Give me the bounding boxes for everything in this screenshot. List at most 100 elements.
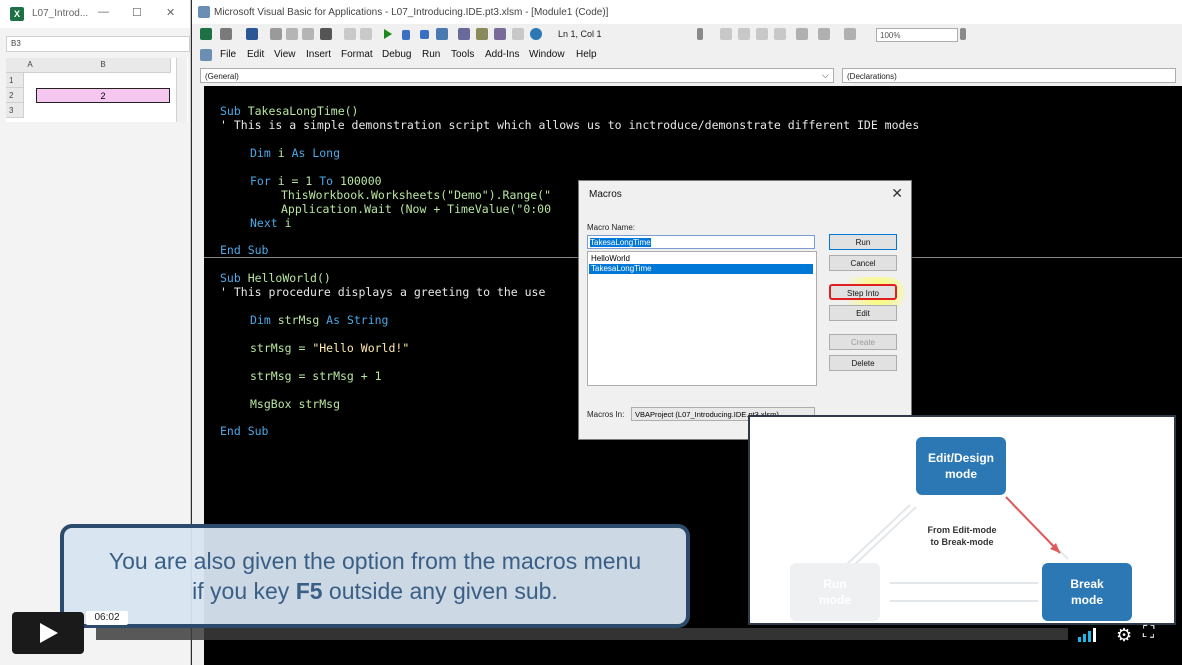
vba-menu-icon[interactable] bbox=[200, 49, 212, 61]
procedure-combo[interactable]: (Declarations) bbox=[842, 68, 1176, 83]
code-line: For i = 1 To 100000 bbox=[250, 174, 382, 188]
code-line: ThisWorkbook.Worksheets("Demo").Range(" bbox=[281, 188, 552, 202]
list-item[interactable]: HelloWorld bbox=[589, 254, 813, 264]
run-icon[interactable] bbox=[384, 29, 392, 39]
code-line: Application.Wait (Now + TimeValue("0:00 bbox=[281, 202, 552, 216]
menu-tools[interactable]: Tools bbox=[451, 49, 474, 60]
copy-icon[interactable] bbox=[286, 28, 298, 40]
progress-bar[interactable] bbox=[96, 628, 1068, 640]
object-combo[interactable]: (General) bbox=[200, 68, 834, 83]
list-item-selected[interactable]: TakesaLongTime bbox=[589, 264, 813, 274]
zoom-select[interactable]: 100% bbox=[876, 28, 958, 42]
maximize-button[interactable]: ☐ bbox=[132, 6, 142, 19]
parameter-info-icon[interactable] bbox=[774, 28, 786, 40]
vba-title: Microsoft Visual Basic for Applications … bbox=[214, 7, 609, 18]
excel-logo-icon: X bbox=[10, 7, 24, 21]
excel-titlebar: X L07_Introd... — ☐ ✕ bbox=[0, 0, 190, 28]
paste-icon[interactable] bbox=[302, 28, 314, 40]
list-properties-icon[interactable] bbox=[720, 28, 732, 40]
chevron-down-icon[interactable]: ⌵ bbox=[822, 70, 829, 81]
fullscreen-icon[interactable]: ⛶ bbox=[1143, 624, 1154, 642]
vertical-scrollbar[interactable] bbox=[176, 58, 187, 122]
object-browser-icon[interactable] bbox=[494, 28, 506, 40]
menu-edit[interactable]: Edit bbox=[247, 49, 264, 60]
code-line: Next i bbox=[250, 216, 292, 230]
size-icon[interactable] bbox=[844, 28, 856, 40]
caption-line-1: You are also given the option from the m… bbox=[108, 548, 642, 574]
cancel-button[interactable]: Cancel bbox=[829, 255, 897, 271]
timestamp: 06:02 bbox=[86, 611, 128, 625]
break-mode-box: Break mode bbox=[1042, 563, 1132, 621]
code-line: strMsg = "Hello World!" bbox=[250, 341, 410, 355]
create-button[interactable]: Create bbox=[829, 334, 897, 350]
dialog-close-button[interactable]: ✕ bbox=[891, 185, 903, 202]
toolbar-options-icon[interactable] bbox=[697, 28, 703, 40]
code-line: End Sub bbox=[220, 424, 269, 438]
center-icon[interactable] bbox=[818, 28, 830, 40]
row-header-1[interactable]: 1 bbox=[6, 73, 24, 88]
find-icon[interactable] bbox=[320, 28, 332, 40]
macro-name-label: Macro Name: bbox=[587, 223, 636, 232]
excel-title: L07_Introd... bbox=[32, 8, 89, 19]
undo-icon[interactable] bbox=[344, 28, 356, 40]
menu-file[interactable]: File bbox=[220, 49, 236, 60]
delete-button[interactable]: Delete bbox=[829, 355, 897, 371]
macro-list[interactable]: HelloWorld TakesaLongTime bbox=[587, 251, 817, 386]
toolbar-options-icon-2[interactable] bbox=[960, 28, 966, 40]
vba-app-icon bbox=[198, 6, 210, 18]
close-button[interactable]: ✕ bbox=[166, 6, 175, 19]
play-button[interactable] bbox=[12, 612, 84, 654]
list-constants-icon[interactable] bbox=[738, 28, 750, 40]
caption-line-2: if you key F5 outside any given sub. bbox=[192, 578, 558, 604]
vba-titlebar: Microsoft Visual Basic for Applications … bbox=[192, 0, 1182, 24]
macro-name-input[interactable]: TakesaLongTime bbox=[587, 235, 815, 249]
select-all-corner[interactable] bbox=[6, 58, 25, 73]
toolbox-icon[interactable] bbox=[512, 28, 524, 40]
column-header-b[interactable]: B bbox=[36, 58, 171, 73]
menu-add-ins[interactable]: Add-Ins bbox=[485, 49, 519, 60]
transition-label: From Edit-mode to Break-mode bbox=[927, 525, 997, 547]
menu-format[interactable]: Format bbox=[341, 49, 373, 60]
run-button[interactable]: Run bbox=[829, 234, 897, 250]
menu-debug[interactable]: Debug bbox=[382, 49, 411, 60]
name-box[interactable]: B3 bbox=[6, 36, 190, 52]
edit-button[interactable]: Edit bbox=[829, 305, 897, 321]
menu-window[interactable]: Window bbox=[529, 49, 565, 60]
break-icon[interactable] bbox=[402, 30, 410, 40]
menu-insert[interactable]: Insert bbox=[306, 49, 331, 60]
code-comment: ' This is a simple demonstration script … bbox=[220, 118, 920, 132]
row-header-2[interactable]: 2 bbox=[6, 88, 24, 103]
menu-run[interactable]: Run bbox=[422, 49, 440, 60]
cell-b2[interactable]: 2 bbox=[36, 88, 170, 103]
quick-info-icon[interactable] bbox=[756, 28, 768, 40]
menu-bar: File Edit View Insert Format Debug Run T… bbox=[192, 46, 1182, 66]
design-mode-icon[interactable] bbox=[436, 28, 448, 40]
code-line: MsgBox strMsg bbox=[250, 397, 341, 411]
insert-module-icon[interactable] bbox=[220, 28, 232, 40]
macros-dialog: Macros ✕ Macro Name: TakesaLongTime Hell… bbox=[578, 180, 912, 440]
menu-view[interactable]: View bbox=[274, 49, 296, 60]
code-line: End Sub bbox=[220, 243, 269, 257]
code-line: Dim strMsg As String bbox=[250, 313, 389, 327]
cut-icon[interactable] bbox=[270, 28, 282, 40]
standard-toolbar: Ln 1, Col 1 100% bbox=[192, 25, 1182, 47]
menu-help[interactable]: Help bbox=[576, 49, 597, 60]
align-icon[interactable] bbox=[796, 28, 808, 40]
volume-icon[interactable] bbox=[1078, 628, 1100, 642]
cursor-position: Ln 1, Col 1 bbox=[558, 29, 602, 39]
help-icon[interactable] bbox=[530, 28, 542, 40]
view-excel-icon[interactable] bbox=[200, 28, 212, 40]
redo-icon[interactable] bbox=[360, 28, 372, 40]
code-line: Sub HelloWorld() bbox=[220, 271, 331, 285]
step-into-button[interactable]: Step Into bbox=[829, 284, 897, 300]
project-explorer-icon[interactable] bbox=[458, 28, 470, 40]
caption-box: You are also given the option from the m… bbox=[60, 524, 690, 628]
reset-icon[interactable] bbox=[420, 30, 429, 39]
minimize-button[interactable]: — bbox=[98, 6, 109, 18]
save-icon[interactable] bbox=[246, 28, 258, 40]
settings-gear-icon[interactable]: ⚙ bbox=[1116, 625, 1132, 646]
row-header-3[interactable]: 3 bbox=[6, 103, 24, 118]
worksheet-grid: A B 1 2 3 2 bbox=[6, 58, 188, 122]
play-icon bbox=[40, 623, 58, 643]
properties-icon[interactable] bbox=[476, 28, 488, 40]
